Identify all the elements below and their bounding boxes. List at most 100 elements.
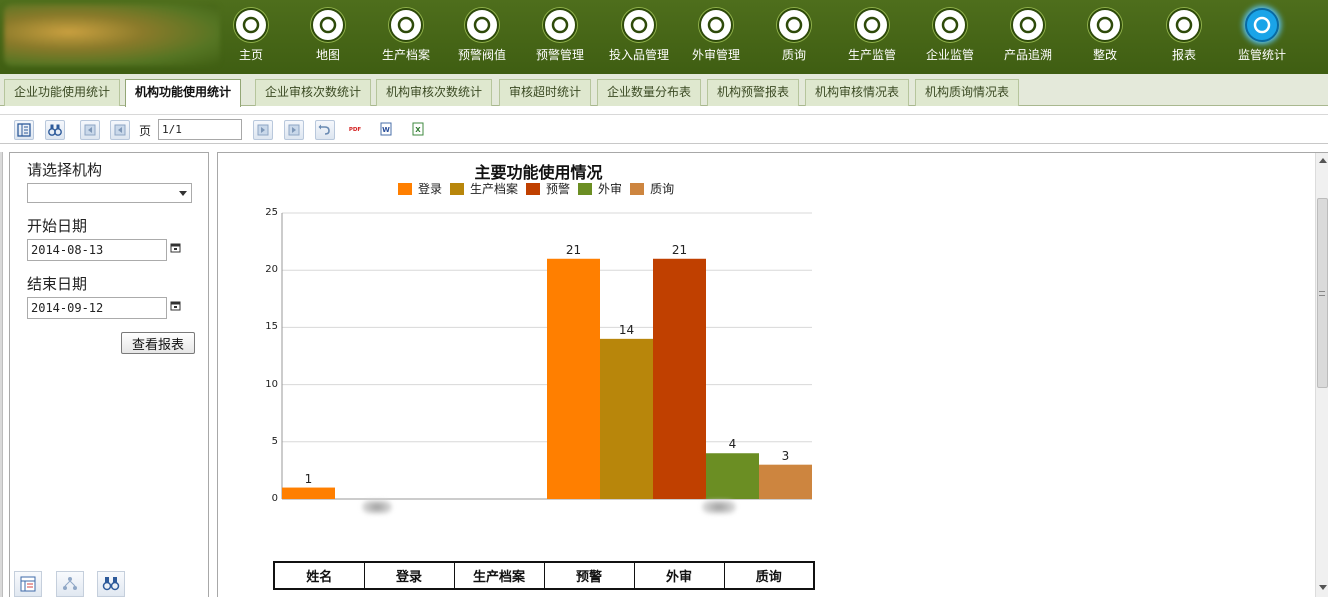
category-label-blurred (702, 500, 736, 514)
check-gear-icon (699, 8, 733, 42)
end-date-label: 结束日期 (27, 275, 88, 293)
nav-item-label: 外审管理 (691, 48, 740, 62)
nav-item-7[interactable]: 质询 (755, 8, 833, 70)
tab-8[interactable]: 机构质询情况表 (915, 79, 1020, 106)
bar-value-label: 4 (728, 437, 737, 452)
users-icon (855, 8, 889, 42)
nav-item-label: 企业监管 (925, 48, 974, 62)
report-vertical-scrollbar[interactable] (1315, 153, 1328, 597)
nav-item-0[interactable]: 主页 (212, 8, 290, 70)
nav-item-9[interactable]: 企业监管 (911, 8, 989, 70)
nav-item-6[interactable]: 外审管理 (677, 8, 755, 70)
bar-value-label: 1 (304, 471, 313, 486)
tab-1[interactable]: 机构功能使用统计 (125, 79, 242, 107)
bar-chart-icon (1167, 8, 1201, 42)
parameter-panel: 请选择机构 开始日期 结束日期 查看报表 (9, 152, 209, 597)
tab-7[interactable]: 机构审核情况表 (805, 79, 910, 106)
nav-item-label: 报表 (1171, 48, 1196, 62)
table-header-cell: 质询 (723, 561, 815, 590)
refresh-icon[interactable] (315, 120, 335, 140)
truck-icon (1245, 8, 1279, 42)
nav-item-label: 整改 (1092, 48, 1117, 62)
nav-item-label: 主页 (238, 48, 263, 62)
scroll-up-icon[interactable] (1319, 158, 1327, 163)
bar-value-label: 3 (781, 448, 790, 463)
table-view-icon[interactable] (14, 571, 42, 597)
nav-item-label: 生产档案 (381, 48, 430, 62)
alert-gear-icon (465, 8, 499, 42)
bar (706, 453, 759, 499)
last-page-icon[interactable] (284, 120, 304, 140)
table-header-row: 姓名 登录 生产档案 预警 外审 质询 (273, 561, 815, 590)
bar (600, 338, 653, 499)
bar-chart (281, 212, 812, 500)
nav-item-label: 监管统计 (1237, 48, 1286, 62)
left-edge-splitter[interactable] (0, 152, 3, 597)
nav-item-label: 预警管理 (535, 48, 584, 62)
nav-item-2[interactable]: 生产档案 (367, 8, 445, 70)
binoculars-icon[interactable] (97, 571, 125, 597)
view-report-button[interactable]: 查看报表 (121, 332, 195, 354)
export-excel-icon[interactable]: X (409, 120, 429, 140)
nav-item-label: 质询 (781, 48, 806, 62)
nav-item-12[interactable]: 报表 (1145, 8, 1223, 70)
wand-icon (1088, 8, 1122, 42)
tab-5[interactable]: 企业数量分布表 (597, 79, 702, 106)
nav-item-label: 地图 (315, 48, 340, 62)
svg-text:W: W (382, 126, 390, 134)
org-select[interactable] (27, 183, 192, 203)
scroll-down-icon[interactable] (1319, 585, 1327, 590)
report-tab-bar: 企业功能使用统计 机构功能使用统计 企业审核次数统计 机构审核次数统计 审核超时统计 企业… (0, 74, 1328, 107)
nav-item-label: 投入品管理 (608, 48, 669, 62)
svg-text:X: X (415, 126, 421, 134)
end-date-input[interactable] (27, 297, 167, 319)
toggle-params-icon[interactable] (14, 120, 34, 140)
bar (282, 487, 335, 499)
table-header-cell: 生产档案 (453, 561, 545, 590)
nav-item-13[interactable]: 监管统计 (1223, 8, 1301, 70)
nav-item-1[interactable]: 地图 (289, 8, 367, 70)
nav-item-label: 生产监管 (847, 48, 896, 62)
start-date-label: 开始日期 (27, 217, 88, 235)
prev-page-icon[interactable] (110, 120, 130, 140)
scale-icon (622, 8, 656, 42)
export-word-icon[interactable]: W (377, 120, 397, 140)
report-toolbar: 页 PDF W X (0, 114, 1328, 144)
data-table: 姓名 登录 生产档案 预警 外审 质询 (273, 561, 815, 590)
scroll-grip-icon (1319, 291, 1325, 296)
tab-6[interactable]: 机构预警报表 (707, 79, 800, 106)
nav-item-label: 产品追溯 (1003, 48, 1052, 62)
start-date-input[interactable] (27, 239, 167, 261)
tab-4[interactable]: 审核超时统计 (499, 79, 592, 106)
calendar-icon[interactable] (170, 300, 181, 311)
table-header-cell: 姓名 (273, 561, 365, 590)
tab-2[interactable]: 企业审核次数统计 (255, 79, 372, 106)
category-label-blurred (362, 500, 392, 514)
bar (653, 258, 706, 499)
nav-item-4[interactable]: 预警管理 (521, 8, 599, 70)
nav-item-5[interactable]: 投入品管理 (600, 8, 678, 70)
nav-item-10[interactable]: 产品追溯 (989, 8, 1067, 70)
next-page-icon[interactable] (253, 120, 273, 140)
chevron-down-icon (179, 191, 187, 196)
globe-icon (311, 8, 345, 42)
search-binoculars-icon[interactable] (45, 120, 65, 140)
tab-3[interactable]: 机构审核次数统计 (376, 79, 493, 106)
table-header-cell: 登录 (363, 561, 455, 590)
home-icon (234, 8, 268, 42)
tab-0[interactable]: 企业功能使用统计 (4, 79, 121, 106)
nav-item-8[interactable]: 生产监管 (833, 8, 911, 70)
exclamation-icon (543, 8, 577, 42)
top-nav-bar: 主页 地图 生产档案 预警阀值 预警管理 投入品管理 外审管理 质询 生产监管 企业监管 产品追溯 整… (0, 0, 1328, 74)
nav-item-3[interactable]: 预警阀值 (443, 8, 521, 70)
bar-value-label: 21 (565, 242, 582, 257)
export-pdf-icon[interactable]: PDF (346, 120, 366, 140)
calendar-icon[interactable] (170, 242, 181, 253)
nav-item-label: 预警阀值 (457, 48, 506, 62)
page-number-input[interactable] (158, 119, 242, 140)
bar-value-label: 21 (671, 242, 688, 257)
nav-item-11[interactable]: 整改 (1066, 8, 1144, 70)
tree-view-icon[interactable] (56, 571, 84, 597)
bar-value-label: 14 (618, 322, 635, 337)
first-page-icon[interactable] (80, 120, 100, 140)
